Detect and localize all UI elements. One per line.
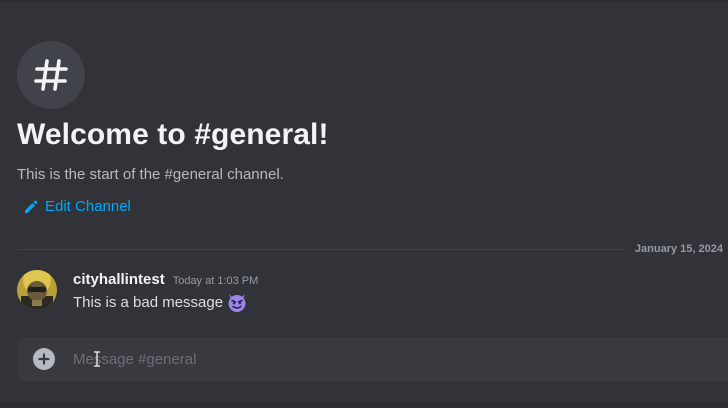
message-body: This is a bad message — [73, 291, 248, 313]
add-attachment-button[interactable] — [33, 348, 55, 370]
avatar[interactable] — [17, 270, 57, 310]
message-input[interactable] — [71, 337, 713, 381]
message-timestamp: Today at 1:03 PM — [172, 275, 259, 287]
pencil-icon — [25, 200, 38, 213]
text-cursor-icon — [94, 351, 100, 367]
user-avatar-image — [17, 270, 57, 310]
smiling-imp-emoji — [228, 294, 246, 312]
welcome-subtitle: This is the start of the #general channe… — [17, 166, 284, 183]
message-item: cityhallintest Today at 1:03 PM This is … — [17, 268, 717, 316]
message-header: cityhallintest Today at 1:03 PM — [73, 271, 258, 288]
channel-hero-icon — [17, 41, 85, 109]
date-divider-label: January 15, 2024 — [626, 243, 723, 255]
date-divider-line — [17, 249, 625, 250]
chat-view: Welcome to #general! This is the start o… — [0, 0, 728, 408]
message-composer — [17, 337, 728, 381]
plus-circle-icon — [38, 353, 50, 365]
edit-channel-button[interactable]: Edit Channel — [23, 198, 131, 215]
welcome-title: Welcome to #general! — [17, 118, 329, 151]
edit-channel-label: Edit Channel — [45, 198, 131, 215]
top-edge — [0, 0, 728, 3]
message-text: This is a bad message — [73, 293, 224, 311]
bottom-edge — [0, 402, 728, 408]
username[interactable]: cityhallintest — [73, 271, 165, 288]
hash-icon — [34, 59, 68, 91]
